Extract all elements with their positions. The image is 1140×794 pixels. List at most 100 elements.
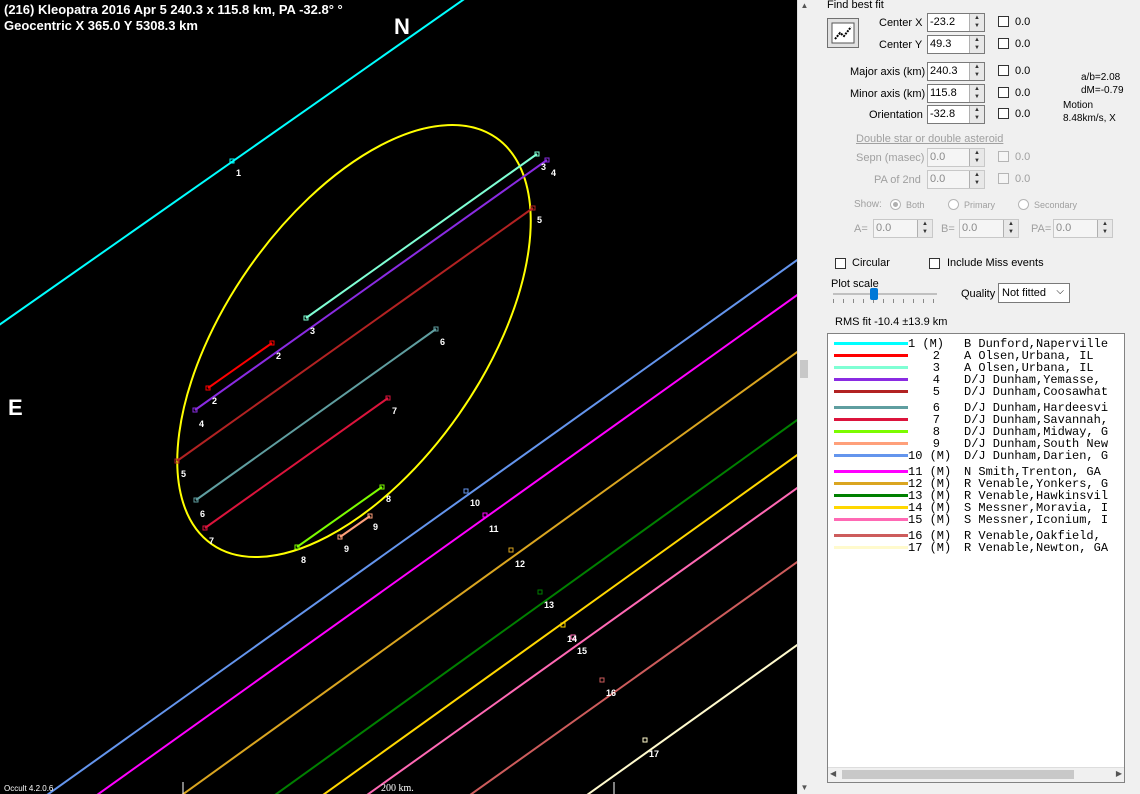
observer-color-swatch [834,494,908,497]
scroll-thumb[interactable] [800,360,808,378]
include-miss-checkbox[interactable] [929,258,940,269]
quality-select[interactable]: Not fitted ⌵ [998,283,1070,303]
observer-color-swatch [834,506,908,509]
chord-group [0,0,797,794]
chord-marker-12 [508,547,514,553]
observer-row-5[interactable]: 5 D/J Dunham,Coosawhat [828,386,1124,398]
plot-title: (216) Kleopatra 2016 Apr 5 240.3 x 115.8… [4,2,343,17]
center-x-checkbox[interactable] [998,16,1009,27]
observer-row-17[interactable]: 17 (M) R Venable,Newton, GA [828,542,1124,554]
major-axis-checkbox[interactable] [998,65,1009,76]
observer-name: S Messner,Iconium, I [964,513,1109,527]
double-star-label: Double star or double asteroid [856,133,1004,145]
asteroid-profile-ellipse [176,123,532,559]
include-miss-label: Include Miss events [947,257,1044,269]
observer-color-swatch [834,418,908,421]
chord-label-1: 1 [236,168,242,178]
show-primary-radio[interactable] [948,199,959,210]
list-scroll-thumb[interactable] [842,770,1074,779]
scroll-up-icon[interactable]: ▲ [798,0,811,12]
show-secondary-radio[interactable] [1018,199,1029,210]
pa-second-check-value: 0.0 [1015,173,1031,185]
observer-list[interactable]: 1 (M) B Dunford,Naperville 2 A Olsen,Urbana… [827,333,1125,783]
minor-axis-checkbox[interactable] [998,87,1009,98]
show-both-radio[interactable] [890,199,901,210]
plot-scale-track [833,293,937,295]
chord-label-15: 15 [577,646,588,656]
pa-second-label: PA of 2nd [874,174,921,186]
observer-color-swatch [834,390,908,393]
plot-vertical-scrollbar[interactable]: ▲ ▼ [797,0,811,794]
observer-number: 15 (M) [908,513,952,527]
fit-control-panel: Find best fit Center X -23.2 ▲ ▼ 0.0 Cente… [811,0,1140,794]
find-best-fit-button[interactable] [827,18,859,48]
observer-color-swatch [834,430,908,433]
chevron-down-icon: ⌵ [1056,286,1064,297]
observer-row-10[interactable]: 10 (M) D/J Dunham,Darien, G [828,450,1124,462]
center-y-check-value: 0.0 [1015,38,1031,50]
chord-label-17: 17 [649,749,660,759]
b-label: B= [941,223,955,235]
chord-label-2-end: 2 [276,351,282,361]
pa-second-spinner[interactable]: 0.0 ▲ ▼ [927,170,985,189]
a-label: A= [854,223,868,235]
chord-line-6 [195,328,437,501]
observer-color-swatch [834,366,908,369]
center-x-spinner[interactable]: -23.2 ▲ ▼ [927,13,985,32]
scroll-down-icon[interactable]: ▼ [798,782,811,794]
center-y-checkbox[interactable] [998,38,1009,49]
chord-marker-16 [599,677,605,683]
observer-color-swatch [834,534,908,537]
center-x-label: Center X [879,17,923,29]
observer-color-swatch [834,518,908,521]
chord-label-6-end: 6 [440,337,446,347]
geocentric-coords: Geocentric X 365.0 Y 5308.3 km [4,18,198,33]
rms-fit: RMS fit -10.4 ±13.9 km [835,316,948,328]
a-spinner[interactable]: 0.0 ▲ ▼ [873,219,933,238]
scroll-right-icon[interactable]: ▶ [1116,769,1122,778]
separation-spinner[interactable]: 0.0 ▲ ▼ [927,148,985,167]
chord-label-9: 9 [344,544,350,554]
minor-axis-label: Minor axis (km) [850,88,926,100]
circular-checkbox[interactable] [835,258,846,269]
orientation-spinner[interactable]: -32.8 ▲ ▼ [927,105,985,124]
chord-line-3 [305,153,538,319]
chord-label-3-end: 3 [541,162,547,172]
separation-checkbox[interactable] [998,151,1009,162]
chord-label-5: 5 [181,469,187,479]
observer-name: R Venable,Newton, GA [964,541,1109,555]
chord-label-11: 11 [489,524,499,534]
pa-spinner[interactable]: 0.0 ▲ ▼ [1053,219,1113,238]
pa-second-checkbox[interactable] [998,173,1009,184]
chord-line-1 [0,0,465,326]
observer-row-15[interactable]: 15 (M) S Messner,Iconium, I [828,514,1124,526]
separation-check-value: 0.0 [1015,151,1031,163]
observer-color-swatch [834,470,908,473]
axis-ratio: a/b=2.08 [1081,72,1121,83]
b-spinner[interactable]: 0.0 ▲ ▼ [959,219,1019,238]
pa-label: PA= [1031,223,1052,235]
circular-label: Circular [852,257,890,269]
observer-name: D/J Dunham,Darien, G [964,449,1109,463]
chord-label-7-end: 7 [392,406,398,416]
observer-color-swatch [834,442,908,445]
center-y-spinner[interactable]: 49.3 ▲ ▼ [927,35,985,54]
occultation-plot[interactable]: (216) Kleopatra 2016 Apr 5 240.3 x 115.8… [0,0,797,794]
scroll-left-icon[interactable]: ◀ [830,769,836,778]
show-both-label: Both [906,200,925,210]
east-label: E [8,395,23,420]
observer-color-swatch [834,454,908,457]
minor-axis-spinner[interactable]: 115.8 ▲ ▼ [927,84,985,103]
list-horizontal-scrollbar[interactable]: ◀ ▶ [828,767,1124,782]
center-y-label: Center Y [879,39,923,51]
observer-color-swatch [834,354,908,357]
chord-line-13 [274,418,797,794]
major-axis-spinner[interactable]: 240.3 ▲ ▼ [927,62,985,81]
plot-scale-slider[interactable] [870,288,878,300]
quality-value: Not fitted [1002,287,1047,299]
motion-value: 8.48km/s, X [1063,113,1116,124]
orientation-checkbox[interactable] [998,108,1009,119]
motion-label: Motion [1063,100,1094,111]
chord-line-12 [181,350,797,794]
orientation-check-value: 0.0 [1015,108,1031,120]
